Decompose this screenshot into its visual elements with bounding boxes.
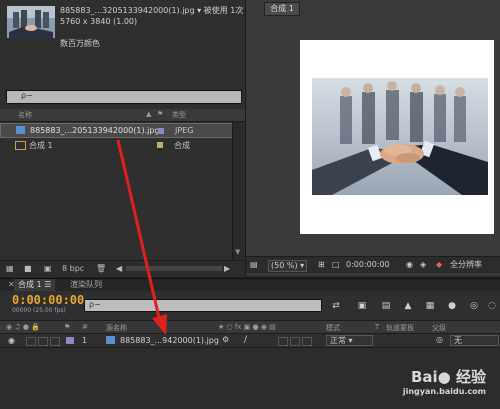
switch-box[interactable] xyxy=(278,337,288,346)
handshake-photo xyxy=(312,78,488,195)
shy-icon[interactable]: ▲ xyxy=(402,301,414,311)
audio-toggle[interactable] xyxy=(26,337,36,346)
switch-box[interactable] xyxy=(302,337,312,346)
tab-render-queue[interactable]: 渲染队列 xyxy=(66,279,106,291)
solo-icon[interactable]: ◌ xyxy=(486,301,498,311)
project-item-type: JPEG xyxy=(175,126,194,135)
column-source-name[interactable]: 源名称 xyxy=(106,323,127,333)
project-footer: ▦ ■ ▣ 8 bpc 🗑 ◀ ▶ xyxy=(0,260,245,277)
composition-icon xyxy=(15,141,26,150)
column-name[interactable]: 名称 xyxy=(18,110,32,120)
scroll-left-icon[interactable]: ◀ xyxy=(116,264,122,273)
new-folder-icon[interactable]: ■ xyxy=(24,264,32,273)
project-item-footage[interactable]: 885883_...205133942000(1).jpg JPEG xyxy=(0,123,234,138)
live-update-icon[interactable]: ▣ xyxy=(356,301,368,311)
thumbnail-image xyxy=(7,6,55,38)
fit-icon[interactable]: ⊞ xyxy=(318,260,325,270)
label-color-swatch[interactable] xyxy=(158,128,164,134)
project-item-comp[interactable]: 合成 1 合成 xyxy=(0,138,232,151)
lock-toggle[interactable] xyxy=(50,337,60,346)
timeline-search-input[interactable]: ρ− xyxy=(84,299,322,312)
show-snapshot-icon[interactable]: ◈ xyxy=(420,260,426,270)
region-of-interest-icon[interactable]: ▤ xyxy=(250,260,258,270)
new-composition-icon[interactable]: ▣ xyxy=(44,264,52,273)
project-search-input[interactable]: ρ− xyxy=(6,90,242,104)
switch-box[interactable] xyxy=(290,337,300,346)
project-column-header: 名称 ▲ ⚑ 类型 xyxy=(0,109,245,122)
parent-dropdown[interactable]: 无 xyxy=(450,335,499,346)
layer-number: 1 xyxy=(82,336,88,345)
frame-blending-icon[interactable]: ▦ xyxy=(424,301,436,311)
label-color-swatch[interactable] xyxy=(157,142,163,148)
channel-icon[interactable]: ◆ xyxy=(436,260,442,270)
color-depth: 数百万颜色 xyxy=(60,39,100,48)
solo-toggle[interactable] xyxy=(38,337,48,346)
graph-editor-icon[interactable]: ◎ xyxy=(468,301,480,311)
composition-viewer: 合成 1 ▤ (50 %) ▾ ⊞ □ 0:00:00:00 ◉ ◈ ◆ 全分辨… xyxy=(246,0,500,276)
mode-dropdown[interactable]: 正常 ▾ xyxy=(326,335,373,346)
sort-arrow-icon[interactable]: ▲ xyxy=(146,110,151,118)
scroll-down-icon[interactable]: ▼ xyxy=(235,248,240,256)
image-file-icon xyxy=(16,126,25,134)
zoom-dropdown[interactable]: (50 %) ▾ xyxy=(268,260,308,272)
project-item-name: 885883_...205133942000(1).jpg xyxy=(30,126,160,135)
project-scrollbar[interactable]: ▼ xyxy=(232,122,244,260)
quality-switch-icon[interactable]: ∕ xyxy=(244,335,247,345)
file-name[interactable]: 885883_...3205133942000(1).jpg ▾ 被使用 1次 xyxy=(60,5,243,16)
eye-icon[interactable]: ◉ xyxy=(8,336,15,345)
safe-area-icon[interactable]: □ xyxy=(332,260,340,270)
snapshot-icon[interactable]: ◉ xyxy=(406,260,413,270)
number-column: # xyxy=(82,323,88,331)
project-item-type: 合成 xyxy=(174,141,190,150)
timeline-column-header: ◉ ♫ ● 🔒 ⚑ # 源名称 ★ ○ fx ▣ ● ◉ ▤ 模式 T 轨道蒙板… xyxy=(0,320,500,334)
pickwhip-icon[interactable]: ◎ xyxy=(436,335,443,344)
interpret-footage-icon[interactable]: ▦ xyxy=(6,264,14,273)
shy-switch-icon[interactable]: ⚙ xyxy=(222,335,229,344)
project-panel: 885883_...3205133942000(1).jpg ▾ 被使用 1次 … xyxy=(0,0,246,277)
tab-comp-1[interactable]: 合成 1 ☰ xyxy=(14,279,56,291)
timeline-tab-bar: ✕ 合成 1 ☰ 渲染队列 xyxy=(0,279,500,291)
column-t[interactable]: T xyxy=(375,323,379,331)
layer-name[interactable]: 885883_...942000(1).jpg xyxy=(120,336,219,345)
project-item-name: 合成 1 xyxy=(29,141,53,150)
column-type[interactable]: 类型 xyxy=(172,110,186,120)
viewer-footer: ▤ (50 %) ▾ ⊞ □ 0:00:00:00 ◉ ◈ ◆ 全分辨率 xyxy=(246,256,500,273)
label-color-swatch[interactable] xyxy=(66,337,74,344)
resolution-dropdown[interactable]: 全分辨率 xyxy=(450,260,482,270)
draft-3d-icon[interactable]: ▤ xyxy=(380,301,392,311)
trash-icon[interactable]: 🗑 xyxy=(96,264,106,273)
watermark: Bai● 经验 jingyan.baidu.com xyxy=(403,366,486,396)
column-track-matte[interactable]: 轨道蒙板 xyxy=(386,323,414,333)
timeline-layer-row[interactable]: ◉ 1 885883_...942000(1).jpg ⚙ ∕ 正常 ▾ ◎ 无 xyxy=(0,334,500,348)
comp-mini-flowchart-icon[interactable]: ⇄ xyxy=(330,301,342,311)
watermark-brand: Bai● 经验 xyxy=(410,368,486,386)
watermark-url: jingyan.baidu.com xyxy=(402,387,486,396)
motion-blur-icon[interactable]: ● xyxy=(446,301,458,311)
bpc-label[interactable]: 8 bpc xyxy=(62,264,84,273)
search-icon: ρ− xyxy=(89,300,101,309)
timeline-timecode[interactable]: 0:00:00:00 xyxy=(12,293,84,307)
label-icon[interactable]: ⚑ xyxy=(157,110,163,118)
label-icon[interactable]: ⚑ xyxy=(64,323,70,331)
av-features-icons: ◉ ♫ ● 🔒 xyxy=(6,323,40,331)
image-file-icon xyxy=(106,336,115,344)
horizontal-scrollbar[interactable] xyxy=(126,266,222,271)
scroll-right-icon[interactable]: ▶ xyxy=(224,264,230,273)
column-mode[interactable]: 模式 xyxy=(326,323,340,333)
frame-rate: 00000 (25.00 fps) xyxy=(12,307,66,314)
current-time[interactable]: 0:00:00:00 xyxy=(346,260,390,270)
switches-icons: ★ ○ fx ▣ ● ◉ ▤ xyxy=(218,323,276,331)
tab-composition[interactable]: 合成 1 xyxy=(264,2,300,16)
search-icon: ρ− xyxy=(21,91,33,100)
file-dimensions: 5760 x 3840 (1.00) xyxy=(60,17,138,26)
column-parent[interactable]: 父级 xyxy=(432,323,446,333)
